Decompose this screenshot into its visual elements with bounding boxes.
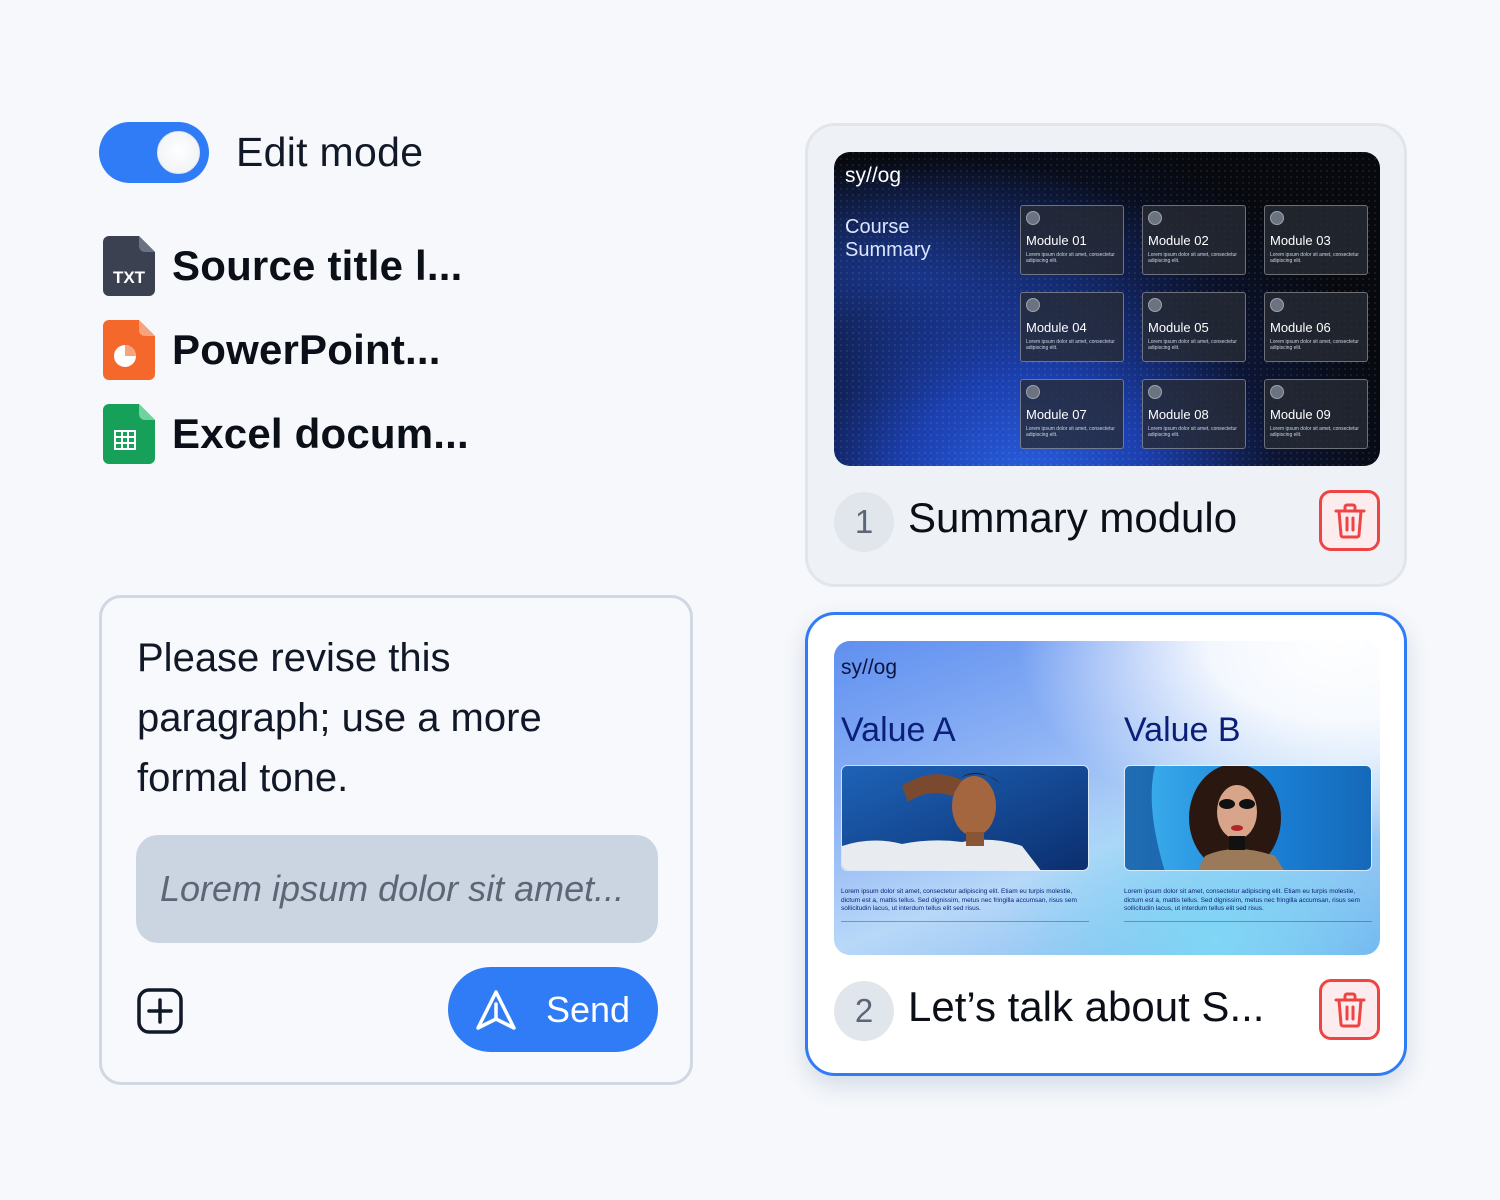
module-desc: Lorem ipsum dolor sit amet, consectetur …: [1026, 426, 1115, 438]
source-item-txt[interactable]: TXT Source title l...: [103, 236, 469, 296]
edit-mode-label: Edit mode: [236, 129, 424, 175]
brand-logo: sy//og: [841, 656, 898, 679]
module-desc: Lorem ipsum dolor sit amet, consectetur …: [1148, 252, 1237, 264]
slide-footer: 2 Let’s talk about S...: [834, 979, 1380, 1041]
module-tile: Module 05 Lorem ipsum dolor sit amet, con…: [1142, 292, 1246, 362]
module-tile: Module 02 Lorem ipsum dolor sit amet, con…: [1142, 205, 1246, 275]
module-title: Module 06: [1270, 320, 1331, 335]
source-name: Source title l...: [172, 242, 463, 289]
module-title: Module 09: [1270, 407, 1331, 422]
prompt-card: Please revise this paragraph; use a more…: [99, 595, 693, 1085]
module-title: Module 05: [1148, 320, 1209, 335]
module-icon: [1026, 211, 1040, 225]
send-label: Send: [546, 988, 631, 1030]
value-title: Value B: [1124, 711, 1241, 749]
module-icon: [1026, 298, 1040, 312]
module-desc: Lorem ipsum dolor sit amet, consectetur …: [1270, 339, 1359, 351]
module-desc: Lorem ipsum dolor sit amet, consectetur …: [1026, 339, 1115, 351]
slide-number-badge: 2: [834, 981, 894, 1041]
module-tile: Module 09 Lorem ipsum dolor sit amet, con…: [1264, 379, 1368, 449]
module-title: Module 03: [1270, 233, 1331, 248]
prompt-input[interactable]: Lorem ipsum dolor sit amet...: [136, 835, 658, 943]
trash-icon: [1334, 992, 1365, 1027]
edit-mode-row: Edit mode: [99, 122, 423, 183]
module-desc: Lorem ipsum dolor sit amet, consectetur …: [1026, 252, 1115, 264]
plus-square-icon: [137, 988, 183, 1034]
module-icon: [1270, 211, 1284, 225]
module-title: Module 01: [1026, 233, 1087, 248]
module-desc: Lorem ipsum dolor sit amet, consectetur …: [1270, 426, 1359, 438]
value-title: Value A: [841, 711, 956, 749]
module-title: Module 02: [1148, 233, 1209, 248]
module-title: Module 04: [1026, 320, 1087, 335]
delete-slide-button[interactable]: [1319, 490, 1380, 551]
module-tile: Module 06 Lorem ipsum dolor sit amet, con…: [1264, 292, 1368, 362]
course-summary-heading: Course Summary: [845, 216, 931, 261]
brand-logo: sy//og: [845, 164, 902, 187]
divider: [1124, 920, 1372, 922]
slide-footer: 1 Summary modulo: [834, 490, 1380, 552]
module-desc: Lorem ipsum dolor sit amet, consectetur …: [1148, 426, 1237, 438]
module-tile: Module 04 Lorem ipsum dolor sit amet, con…: [1020, 292, 1124, 362]
send-triangle-icon: [476, 989, 516, 1030]
delete-slide-button[interactable]: [1319, 979, 1380, 1040]
source-item-excel[interactable]: Excel docum...: [103, 404, 469, 464]
source-name: PowerPoint...: [172, 326, 441, 373]
value-description: Lorem ipsum dolor sit amet, consectetur …: [1124, 888, 1360, 912]
prompt-message: Please revise this paragraph; use a more…: [137, 636, 542, 800]
source-list: TXT Source title l... PowerPoint... Exce…: [103, 236, 469, 488]
portrait-photo-woman: [1124, 765, 1372, 871]
module-tile: Module 07 Lorem ipsum dolor sit amet, con…: [1020, 379, 1124, 449]
source-name: Excel docum...: [172, 410, 469, 457]
module-icon: [1148, 211, 1162, 225]
module-tile: Module 08 Lorem ipsum dolor sit amet, con…: [1142, 379, 1246, 449]
slide-thumbnail[interactable]: sy//og Course Summary Module 01 Lorem ips…: [834, 152, 1380, 466]
module-icon: [1270, 298, 1284, 312]
module-title: Module 08: [1148, 407, 1209, 422]
portrait-photo-man: [841, 765, 1089, 871]
module-tile: Module 01 Lorem ipsum dolor sit amet, con…: [1020, 205, 1124, 275]
add-attachment-button[interactable]: [137, 988, 183, 1034]
edit-mode-toggle[interactable]: [99, 122, 209, 183]
value-description: Lorem ipsum dolor sit amet, consectetur …: [841, 888, 1077, 912]
trash-icon: [1334, 503, 1365, 538]
slide-thumbnail[interactable]: sy//og Value A Lorem ipsum dolor sit ame…: [834, 641, 1380, 955]
slide-card[interactable]: sy//og Course Summary Module 01 Lorem ips…: [805, 123, 1407, 587]
value-column: Value B Lorem ipsum dolor sit amet, cons…: [1124, 711, 1372, 922]
module-desc: Lorem ipsum dolor sit amet, consectetur …: [1148, 339, 1237, 351]
send-button[interactable]: Send: [448, 967, 658, 1052]
module-icon: [1148, 298, 1162, 312]
svg-text:TXT: TXT: [113, 268, 146, 287]
module-title: Module 07: [1026, 407, 1087, 422]
value-column: Value A Lorem ipsum dolor sit amet, cons…: [841, 711, 1089, 922]
module-tile: Module 03 Lorem ipsum dolor sit amet, con…: [1264, 205, 1368, 275]
txt-file-icon: TXT: [103, 236, 155, 296]
module-icon: [1270, 385, 1284, 399]
excel-file-icon: [103, 404, 155, 464]
slide-title[interactable]: Summary modulo: [908, 494, 1237, 542]
module-icon: [1148, 385, 1162, 399]
module-grid: Module 01 Lorem ipsum dolor sit amet, con…: [1020, 205, 1368, 449]
module-desc: Lorem ipsum dolor sit amet, consectetur …: [1270, 252, 1359, 264]
divider: [841, 920, 1089, 922]
slide-card-selected[interactable]: sy//og Value A Lorem ipsum dolor sit ame…: [805, 612, 1407, 1076]
toggle-knob: [152, 126, 205, 179]
slide-title[interactable]: Let’s talk about S...: [908, 983, 1264, 1031]
module-icon: [1026, 385, 1040, 399]
source-item-powerpoint[interactable]: PowerPoint...: [103, 320, 469, 380]
slide-number-badge: 1: [834, 492, 894, 552]
powerpoint-file-icon: [103, 320, 155, 380]
